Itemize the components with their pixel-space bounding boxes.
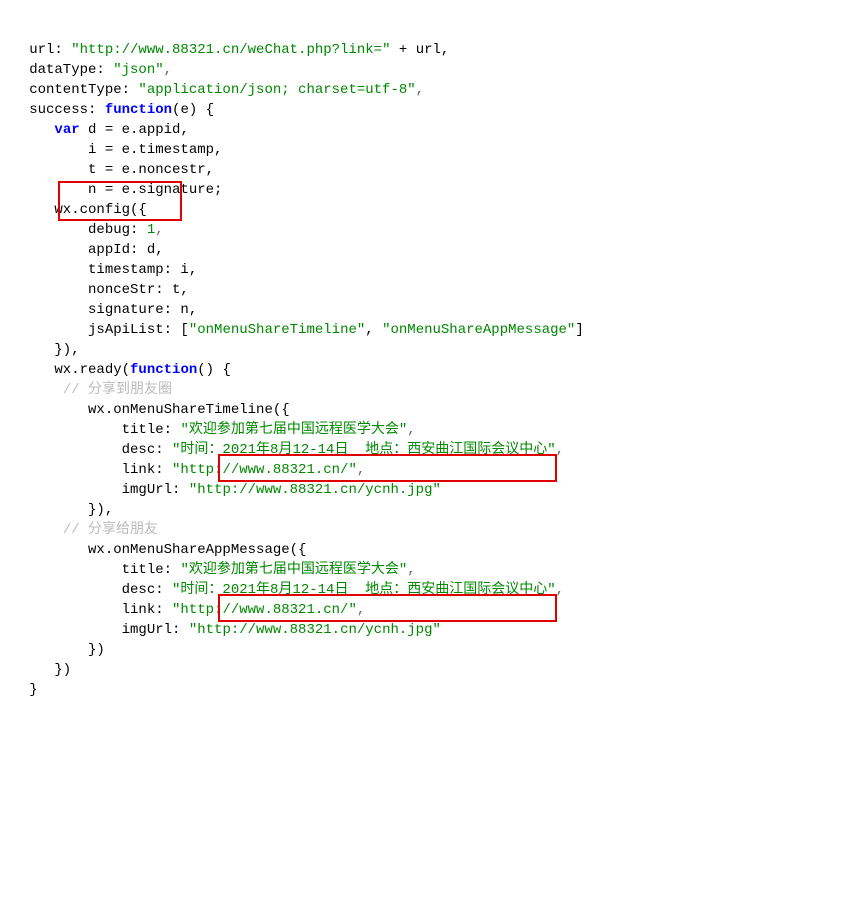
code-line: wx.onMenuShareTimeline({ bbox=[4, 402, 290, 418]
code-line: }), bbox=[4, 502, 113, 518]
code-line: appId: d, bbox=[4, 242, 164, 258]
code-line: imgUrl: "http://www.88321.cn/ycnh.jpg" bbox=[4, 622, 441, 638]
code-line: jsApiList: ["onMenuShareTimeline", "onMe… bbox=[4, 322, 584, 338]
code-line: url: "http://www.88321.cn/weChat.php?lin… bbox=[4, 42, 449, 58]
code-line: desc: "时间：2021年8月12-14日 地点：西安曲江国际会议中心", bbox=[4, 442, 564, 458]
code-line: title: "欢迎参加第七届中国远程医学大会", bbox=[4, 562, 416, 578]
code-line: }), bbox=[4, 342, 80, 358]
code-line: } bbox=[4, 682, 38, 698]
code-line: }) bbox=[4, 642, 105, 658]
code-line: signature: n, bbox=[4, 302, 197, 318]
code-line: t = e.noncestr, bbox=[4, 162, 214, 178]
code-line: }) bbox=[4, 662, 71, 678]
code-line: wx.config({ bbox=[4, 202, 147, 218]
code-line: var d = e.appid, bbox=[4, 122, 189, 138]
code-line: nonceStr: t, bbox=[4, 282, 189, 298]
code-line: // 分享到朋友圈 bbox=[4, 382, 172, 398]
code-line: n = e.signature; bbox=[4, 182, 222, 198]
code-line: wx.onMenuShareAppMessage({ bbox=[4, 542, 306, 558]
code-line: contentType: "application/json; charset=… bbox=[4, 82, 424, 98]
code-line: // 分享给朋友 bbox=[4, 522, 158, 538]
code-line: desc: "时间：2021年8月12-14日 地点：西安曲江国际会议中心", bbox=[4, 582, 564, 598]
code-line: imgUrl: "http://www.88321.cn/ycnh.jpg" bbox=[4, 482, 441, 498]
code-line: link: "http://www.88321.cn/", bbox=[4, 462, 365, 478]
code-line: timestamp: i, bbox=[4, 262, 197, 278]
code-line: success: function(e) { bbox=[4, 102, 214, 118]
code-line: title: "欢迎参加第七届中国远程医学大会", bbox=[4, 422, 416, 438]
code-line: i = e.timestamp, bbox=[4, 142, 222, 158]
code-line: link: "http://www.88321.cn/", bbox=[4, 602, 365, 618]
code-line: wx.ready(function() { bbox=[4, 362, 231, 378]
code-line: dataType: "json", bbox=[4, 62, 172, 78]
code-block: url: "http://www.88321.cn/weChat.php?lin… bbox=[0, 20, 864, 780]
code-line: debug: 1, bbox=[4, 222, 164, 238]
